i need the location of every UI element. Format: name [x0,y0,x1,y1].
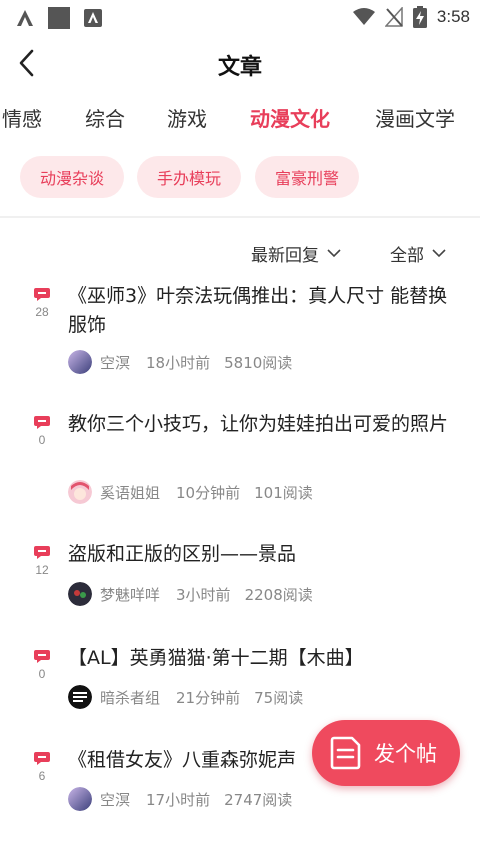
wifi-icon [352,8,375,25]
status-bar: 3:58 [0,0,480,36]
post-author: 暗杀者组 [100,688,161,707]
section-divider [0,216,480,218]
post-author: 梦魅咩咩 [100,585,161,604]
post-time: 10分钟前 [176,483,241,502]
new-post-label: 发个帖 [374,742,437,766]
post-author: 空溟 [100,790,131,809]
comment-icon [34,650,50,663]
comment-icon [34,752,50,765]
avatar [68,350,92,374]
avatar [68,685,92,709]
scope-dropdown[interactable]: 全部 [390,240,446,266]
post-title: 教你三个小技巧，让你为娃娃拍出可爱的照片 [68,413,449,435]
post-reads: 2208阅读 [244,585,313,604]
page-title: 文章 [217,55,262,80]
comment-badge: 0 [30,650,54,681]
comment-count: 28 [35,305,49,319]
chip-anime-talk[interactable]: 动漫杂谈 [20,156,124,198]
post-meta: 梦魅咩咩 3小时前 2208阅读 [68,582,313,606]
chip-figures[interactable]: 手办模玩 [137,156,241,198]
list-item[interactable]: 0 教你三个小技巧，让你为娃娃拍出可爱的照片 奚语姐姐 10分钟前 101阅读 [0,410,480,520]
no-signal-icon [384,7,403,27]
chevron-down-icon [327,249,341,258]
post-author: 奚语姐姐 [100,483,161,502]
post-title: 盗版和正版的区别——景品 [68,543,297,565]
post-title: 【AL】英勇猫猫·第十二期【木曲】 [68,647,364,669]
category-tabs: 情感 综合 游戏 动漫文化 漫画文学 [0,96,480,140]
comment-badge: 12 [30,546,54,577]
post-meta: 奚语姐姐 10分钟前 101阅读 [68,480,313,504]
comment-count: 6 [38,769,46,783]
comment-count: 12 [35,563,49,577]
sort-label: 最新回复 [251,245,319,266]
chip-rich-detective[interactable]: 富豪刑警 [255,156,359,198]
post-meta: 暗杀者组 21分钟前 75阅读 [68,685,303,709]
subcategory-chips: 动漫杂谈 手办模玩 富豪刑警 [0,156,480,200]
tab-anime-culture[interactable]: 动漫文化 [250,103,330,132]
comment-icon [34,288,50,301]
post-title: 《巫师3》叶奈法玩偶推出：真人尺寸 能替换服饰 [68,285,448,336]
post-time: 18小时前 [146,353,211,372]
scope-label: 全部 [390,245,424,266]
post-time: 3小时前 [176,585,231,604]
post-meta: 空溟 18小时前 5810阅读 [68,350,292,374]
chevron-down-icon [432,249,446,258]
post-reads: 5810阅读 [224,353,293,372]
clock: 3:58 [436,7,470,26]
tab-emotion[interactable]: 情感 [2,103,42,132]
avatar [68,582,92,606]
tab-comics-literature[interactable]: 漫画文学 [375,103,455,132]
comment-count: 0 [38,667,46,681]
avatar [68,787,92,811]
post-time: 17小时前 [146,790,211,809]
signal-a-icon [17,10,33,26]
app-square-icon [48,7,70,29]
note-icon [330,736,361,770]
comment-badge: 28 [30,288,54,319]
new-post-button[interactable]: 发个帖 [312,720,460,786]
post-reads: 75阅读 [254,688,304,707]
comment-count: 0 [38,433,46,447]
app-a-icon [84,9,102,27]
post-reads: 2747阅读 [224,790,293,809]
comment-icon [34,416,50,429]
list-item[interactable]: 28 《巫师3》叶奈法玩偶推出：真人尺寸 能替换服饰 空溟 18小时前 5810… [0,282,480,392]
list-item[interactable]: 12 盗版和正版的区别——景品 梦魅咩咩 3小时前 2208阅读 [0,540,480,650]
tab-games[interactable]: 游戏 [167,103,207,132]
post-time: 21分钟前 [176,688,241,707]
sort-dropdown[interactable]: 最新回复 [251,240,341,266]
post-reads: 101阅读 [254,483,313,502]
post-meta: 空溟 17小时前 2747阅读 [68,787,292,811]
comment-icon [34,546,50,559]
battery-charging-icon [412,6,427,28]
post-author: 空溟 [100,353,131,372]
app-header: 文章 [0,36,480,90]
tab-general[interactable]: 综合 [85,103,125,132]
avatar [68,480,92,504]
comment-badge: 0 [30,416,54,447]
comment-badge: 6 [30,752,54,783]
